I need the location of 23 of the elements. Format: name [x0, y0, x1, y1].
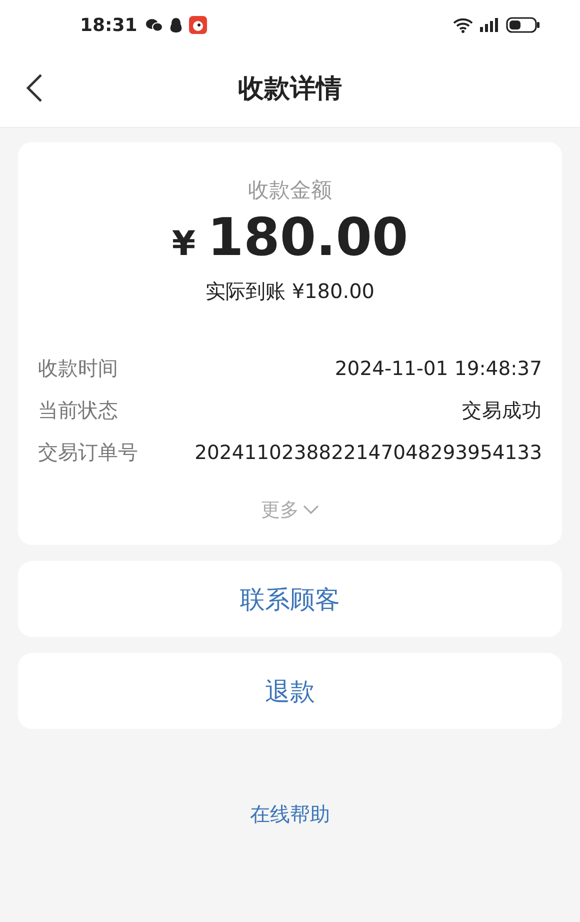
action-button[interactable]: 退款: [18, 653, 562, 729]
chat-bubbles-icon: [145, 18, 164, 32]
app-icon: [189, 16, 208, 34]
detail-value: 交易成功: [462, 398, 542, 424]
detail-label: 收款时间: [38, 354, 118, 382]
penguin-icon: [169, 16, 184, 34]
page-title: 收款详情: [238, 73, 342, 106]
received-amount: 实际到账 ¥180.00: [205, 278, 375, 305]
help-link[interactable]: 在线帮助: [250, 801, 330, 828]
detail-value: 2024110238822147048293954133: [194, 440, 542, 464]
amount-label: 收款金额: [248, 177, 332, 204]
action-button[interactable]: 联系顾客: [18, 561, 562, 637]
chevron-down-icon: [303, 505, 319, 515]
signal-icon: [480, 18, 500, 32]
battery-icon: [506, 17, 540, 33]
detail-value: 2024-11-01 19:48:37: [334, 356, 542, 380]
currency-symbol: ¥: [172, 224, 196, 264]
detail-label: 当前状态: [38, 396, 118, 424]
wifi-icon: [452, 17, 474, 33]
detail-label: 交易订单号: [38, 438, 138, 466]
back-icon[interactable]: [25, 73, 43, 103]
clock: 18:31: [80, 14, 138, 36]
amount-value: 180.00: [208, 208, 408, 268]
